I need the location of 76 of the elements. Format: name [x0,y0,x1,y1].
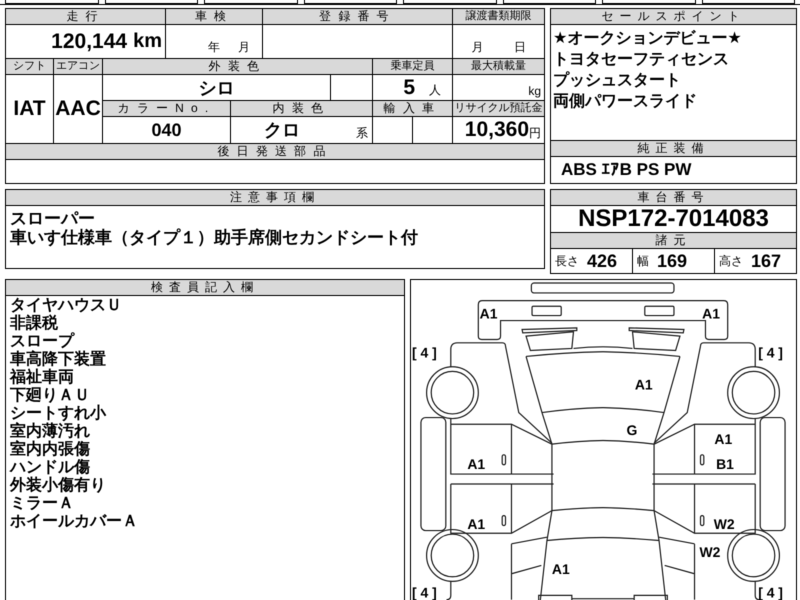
cell-value: シロ [198,76,234,100]
cell-value: 120,144 [51,30,128,54]
cell-value: AAC [55,97,101,121]
section-header: セールスポイント [551,9,796,25]
column-header: 乗車定員 [373,59,452,74]
column-header: エアコン [54,59,102,74]
damage-code: A1 [467,456,486,472]
tire-tread-reading: [ 4 ] [758,344,783,361]
inspector-note-line: 非課税 [10,315,59,333]
inspector-note-line: シートすれ小 [10,405,108,422]
column-header: 外装色 [103,59,372,74]
section-header: 検査員記入欄 [6,280,404,296]
spec-label: 長さ [555,252,579,270]
column-header: 最大積載量 [453,59,544,74]
sales-point-text: プッシュスタート [553,70,682,91]
damage-code: A1 [480,306,498,322]
damage-code: A1 [467,516,486,532]
inspector-note-line: 室内薄汚れ [10,423,91,440]
unit-label: 系 [356,124,368,142]
spec-label: 高さ [719,252,743,270]
inspector-note-line: スロープ [10,333,76,350]
inspector-note-line: 室内内張傷 [10,441,91,458]
cell-value: 5 [403,76,415,100]
unit-label: 年 [208,39,220,56]
damage-code: W2 [700,544,720,560]
column-header: 内装色 [231,101,372,116]
spec-value: 169 [657,250,688,272]
damage-code: A1 [714,431,732,448]
column-header: リサイクル預託金 [453,101,544,116]
tire-tread-reading: [ 4 ] [412,344,437,361]
spec-value: 426 [587,250,618,272]
unit-label: 日 [514,39,526,56]
unit-label: 円 [529,124,541,142]
damage-code: G [626,422,638,438]
inspector-note-line: ホイールカバーＡ [10,513,139,531]
unit-label: km [133,30,162,53]
sales-point-text: ★オークションデビュー★ [553,29,743,49]
cell-value: IAT [13,97,46,121]
spec-label: 幅 [637,252,649,270]
spec-value: 167 [751,250,782,272]
damage-code: A1 [702,306,720,322]
damage-code: A1 [634,376,653,392]
inspector-note-line: 外装小傷有り [10,477,107,495]
cell-value: 040 [151,120,182,140]
column-header: 譲渡書類期限 [453,9,544,24]
column-header: 輸入車 [373,101,452,116]
unit-label: kg [528,84,541,98]
inspector-note-line: タイヤハウスＵ [10,297,123,314]
inspector-note-line: ハンドル傷 [10,459,91,476]
cell-value: クロ [264,119,300,142]
sales-point-text: トヨタセーフティセンス [553,50,730,70]
unit-label: 月 [471,39,484,56]
section-header: 注意事項欄 [6,190,544,206]
inspector-note-line: 車高降下装置 [10,351,107,368]
unit-label: 人 [429,82,441,99]
equipment-list: ABS ｴｱB PS PW [551,157,796,183]
note-line: スローパー [10,209,96,228]
damage-code: B1 [716,456,734,472]
cell-value: 10,360 [464,118,529,142]
column-header: 後日発送部品 [6,144,544,159]
inspector-note-line: 福祉車両 [10,369,75,387]
column-header: 車検 [166,9,262,24]
column-header: カラーNo. [103,101,230,116]
column-header: 登録番号 [263,9,452,24]
inspector-note-line: ミラーＡ [10,495,75,513]
damage-code: A1 [552,560,570,577]
damage-code: W2 [714,516,735,532]
inspector-note-line: 下廻りＡＵ [10,387,91,404]
section-header: 諸元 [551,233,796,249]
section-header: 純正装備 [551,140,796,157]
section-header: 車台番号 [551,190,796,206]
note-line: 車いす仕様車（タイプ１）助手席側セカンドシート付 [10,228,419,247]
unit-label: 月 [238,39,250,56]
column-header: シフト [6,59,53,74]
column-header: 走行 [6,9,165,24]
sales-point-text: 両側パワースライド [553,92,698,112]
